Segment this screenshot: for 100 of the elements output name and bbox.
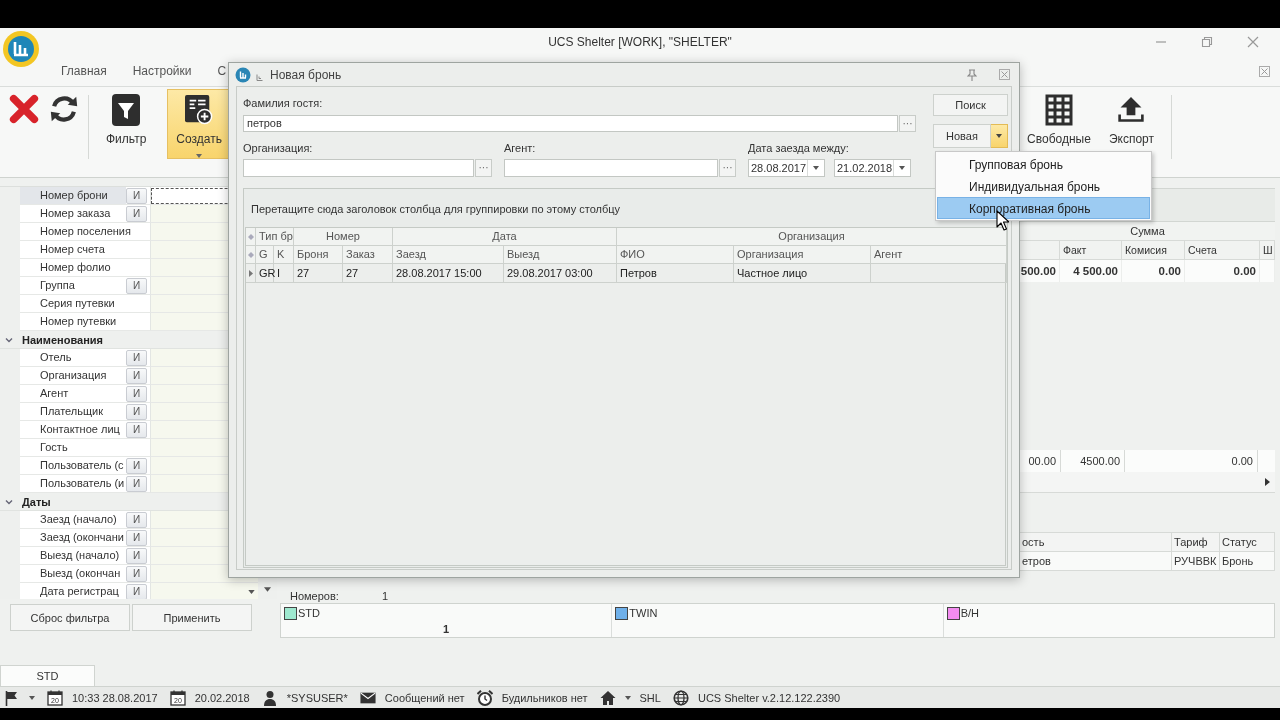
ribbon-tab[interactable]: С <box>214 60 230 82</box>
property-label[interactable]: Номер поселения <box>20 223 150 241</box>
column-header[interactable]: Ш <box>1260 241 1275 260</box>
property-label[interactable]: Номер счета <box>20 241 150 259</box>
user-icon[interactable] <box>261 689 278 706</box>
column-header[interactable]: K <box>274 246 294 264</box>
property-label[interactable]: Контактное лиц <box>20 421 126 439</box>
property-label[interactable]: Серия путевки <box>20 295 150 313</box>
browse-button[interactable]: ··· <box>719 159 736 177</box>
organization-field[interactable] <box>243 159 474 177</box>
property-label[interactable]: Номер заказа <box>20 205 126 223</box>
operator-button[interactable]: И <box>126 457 147 474</box>
property-label[interactable]: Агент <box>20 385 126 403</box>
operator-button[interactable]: И <box>126 547 147 564</box>
close-icon[interactable] <box>999 69 1010 80</box>
agent-field[interactable] <box>504 159 718 177</box>
search-button[interactable]: Поиск <box>933 94 1008 116</box>
operator-button[interactable]: И <box>126 529 147 546</box>
property-label[interactable]: Выезд (начало) <box>20 547 126 565</box>
filter-action-button[interactable]: Сброс фильтра <box>10 604 130 631</box>
operator-button[interactable]: И <box>126 367 147 384</box>
delete-icon[interactable] <box>8 93 40 125</box>
add-document-icon <box>185 94 214 126</box>
property-label[interactable]: Плательщик <box>20 403 126 421</box>
column-header[interactable]: Счета <box>1185 241 1260 260</box>
column-header[interactable]: Статус <box>1220 533 1275 552</box>
property-label[interactable]: Заезд (начало) <box>20 511 126 529</box>
column-header[interactable]: Факт <box>1060 241 1122 260</box>
browse-button[interactable]: ··· <box>475 159 492 177</box>
column-header[interactable]: Броня <box>294 246 343 264</box>
create-button[interactable]: Создать <box>167 89 231 159</box>
close-icon[interactable] <box>1247 36 1259 48</box>
property-label[interactable]: Организация <box>20 367 126 385</box>
filter-button[interactable]: Фильтр <box>97 89 156 159</box>
date-field[interactable]: 28.08.2017 <box>748 159 825 177</box>
column-header[interactable]: Организация <box>734 246 871 264</box>
column-header[interactable]: Выезд <box>504 246 617 264</box>
property-label[interactable]: Заезд (окончани <box>20 529 126 547</box>
column-header[interactable]: G <box>256 246 274 264</box>
operator-button[interactable]: И <box>126 385 147 402</box>
restore-icon[interactable] <box>1201 36 1213 48</box>
operator-button[interactable]: И <box>126 475 147 492</box>
property-label[interactable]: Группа <box>20 277 126 295</box>
property-label[interactable]: Номер фолио <box>20 259 150 277</box>
home-icon[interactable] <box>599 689 616 706</box>
operator-button[interactable]: И <box>126 403 147 420</box>
caret-icon[interactable] <box>248 590 255 594</box>
menu-item[interactable]: Индивидуальная бронь <box>937 175 1150 197</box>
new-button[interactable]: Новая <box>933 124 991 148</box>
flag-icon[interactable] <box>4 689 20 706</box>
property-label[interactable]: Отель <box>20 349 126 367</box>
property-value-field[interactable] <box>150 583 258 599</box>
property-label[interactable]: Выезд (окончан <box>20 565 126 583</box>
scroll-down-icon[interactable] <box>264 587 271 592</box>
operator-button[interactable]: И <box>126 565 147 582</box>
ribbon-tab[interactable]: Настройки <box>129 60 195 82</box>
column-header[interactable]: Тариф <box>1172 533 1220 552</box>
guest-name-field[interactable]: петров <box>243 115 898 132</box>
property-label[interactable]: Дата регистрац <box>20 583 126 599</box>
property-label[interactable]: Пользователь (и <box>20 475 126 493</box>
expand-icon[interactable] <box>1259 65 1270 77</box>
field-label: Дата заезда между: <box>748 141 850 155</box>
scroll-right-icon[interactable] <box>1265 478 1270 486</box>
filter-action-button[interactable]: Применить <box>132 604 252 631</box>
operator-button[interactable]: И <box>126 511 147 528</box>
column-group-header: Тип бр <box>256 228 294 246</box>
operator-button[interactable]: И <box>126 421 147 438</box>
ribbon-tab[interactable]: Главная <box>58 60 110 82</box>
caret-icon[interactable] <box>29 695 35 700</box>
column-header[interactable]: ФИО <box>617 246 734 264</box>
date-field[interactable]: 21.02.2018 <box>834 159 911 177</box>
property-label[interactable]: Номер путевки <box>20 313 150 331</box>
menu-item[interactable]: Корпоративная бронь <box>937 197 1150 219</box>
operator-button[interactable]: И <box>126 349 147 366</box>
operator-button[interactable]: И <box>126 583 147 599</box>
column-header[interactable]: Заезд <box>393 246 504 264</box>
pin-icon[interactable] <box>967 68 977 81</box>
column-header[interactable]: Агент <box>871 246 1007 264</box>
operator-button[interactable]: И <box>126 205 147 222</box>
table-cell: 28.08.2017 15:00 <box>393 264 504 283</box>
bottom-tab[interactable]: STD <box>0 665 95 686</box>
property-label[interactable]: Номер брони <box>20 187 126 205</box>
caret-icon[interactable] <box>813 166 819 170</box>
column-header[interactable]: Комисия <box>1122 241 1185 260</box>
dropdown-button[interactable] <box>991 124 1008 148</box>
refresh-icon[interactable] <box>48 93 80 125</box>
caret-icon[interactable] <box>899 166 905 170</box>
caret-icon[interactable] <box>624 695 631 700</box>
browse-button[interactable]: ··· <box>899 115 916 132</box>
field-label: Агент: <box>504 141 537 155</box>
operator-button[interactable]: И <box>126 187 147 204</box>
globe-icon[interactable] <box>672 689 689 706</box>
room-type-label: STD <box>298 607 320 619</box>
alarm-clock-icon[interactable] <box>476 689 493 706</box>
property-label[interactable]: Гость <box>20 439 150 457</box>
column-header[interactable]: ость <box>1020 533 1172 552</box>
table-cell: 27 <box>343 264 393 283</box>
column-header[interactable]: Заказ <box>343 246 393 264</box>
operator-button[interactable]: И <box>126 277 147 294</box>
property-label[interactable]: Пользователь (с <box>20 457 126 475</box>
